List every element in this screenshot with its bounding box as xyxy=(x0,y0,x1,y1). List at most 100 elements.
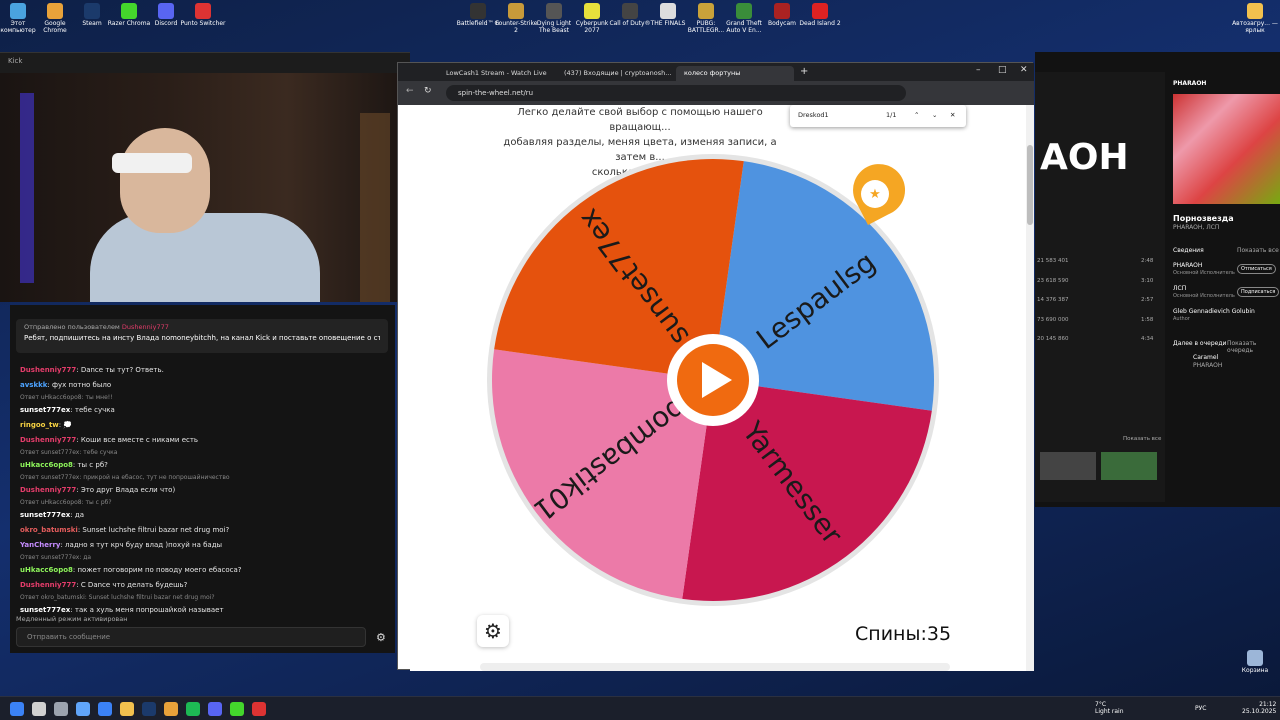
taskbar-app-icon[interactable] xyxy=(186,702,200,716)
chevron-up-icon[interactable]: ⌃ xyxy=(914,111,919,119)
chat-username[interactable]: Dushenniy777 xyxy=(20,366,76,374)
credit-name[interactable]: PHARAOH xyxy=(1173,262,1202,269)
taskbar-app-icon[interactable] xyxy=(120,702,134,716)
chat-username[interactable]: Dushenniy777 xyxy=(20,436,76,444)
shortcut-label: Punto Switcher xyxy=(180,20,226,27)
taskbar-app-icon[interactable] xyxy=(54,702,68,716)
chat-input[interactable]: Отправить сообщение xyxy=(16,627,366,647)
video-thumb[interactable] xyxy=(1101,452,1157,480)
close-icon[interactable]: ✕ xyxy=(950,111,955,119)
chat-text: : так а хуль меня попрошайкой называет xyxy=(70,606,224,614)
chat-text: : да xyxy=(70,511,84,519)
app-icon xyxy=(195,3,211,19)
desktop-shortcut[interactable]: Punto Switcher xyxy=(180,3,226,28)
chat-username[interactable]: ringoo_tw xyxy=(20,421,59,429)
chat-username[interactable]: Dushenniy777 xyxy=(20,581,76,589)
scrollbar[interactable] xyxy=(1026,105,1034,671)
chat-reply-context: Ответ okro_batumski: Sunset luchshe filt… xyxy=(20,594,215,601)
chat-message: okro_batumski: Sunset luchshe filtrui ba… xyxy=(20,523,388,538)
browser-tab[interactable]: LowCash1 Stream - Watch Live xyxy=(438,66,556,81)
browser-tab[interactable]: (437) Входящие | cryptoanosh... xyxy=(556,66,674,81)
minimize-button[interactable]: – xyxy=(976,65,981,75)
credit-name[interactable]: Gleb Gennadievich Golubin xyxy=(1173,308,1255,315)
recycle-bin[interactable]: Корзина xyxy=(1232,650,1278,675)
find-count: 1/1 xyxy=(886,111,897,119)
clock[interactable]: 21:12 25.10.2025 xyxy=(1242,701,1276,715)
fortune-wheel[interactable]: LespaulsgYarmesserbombastik01sunset77ex★ xyxy=(483,150,943,610)
credit-name[interactable]: ЛСП xyxy=(1173,285,1186,292)
np-subtitle: PHARAOH, ЛСП xyxy=(1173,224,1220,231)
pinned-by: Отправлено пользователем Dushenniy777 xyxy=(24,323,169,331)
glasses xyxy=(112,153,192,173)
browser-tab[interactable]: колесо фортуны xyxy=(676,66,794,81)
url-field[interactable]: spin-the-wheel.net/ru xyxy=(446,85,906,101)
game-icon xyxy=(774,3,790,19)
desktop-shortcut[interactable]: Dead Island 2 xyxy=(797,3,843,28)
taskbar: 7°C Light rain РУС 21:12 25.10.2025 xyxy=(0,696,1280,720)
shortcut-label: THE FINALS xyxy=(650,20,686,27)
maximize-button[interactable]: □ xyxy=(998,65,1007,75)
chat-text: : фух потно было xyxy=(47,381,112,389)
chat-username[interactable]: uHkacc6opo8 xyxy=(20,566,73,574)
taskbar-app-icon[interactable] xyxy=(76,702,90,716)
chat-username[interactable]: sunset777ex xyxy=(20,406,70,414)
gear-icon[interactable]: ⚙ xyxy=(477,615,509,647)
taskbar-app-icon[interactable] xyxy=(252,702,266,716)
gear-icon[interactable]: ⚙ xyxy=(376,631,386,644)
close-button[interactable]: ✕ xyxy=(1020,65,1028,75)
chat-username[interactable]: avskkk xyxy=(20,381,47,389)
find-input[interactable]: Dreskod1 xyxy=(798,111,829,119)
new-tab-button[interactable]: + xyxy=(800,66,808,77)
video-thumb[interactable] xyxy=(1040,452,1096,480)
show-queue[interactable]: Показать очередь xyxy=(1227,340,1280,354)
chat-reply-context: Ответ uHkacc6opo8: ты с рб? xyxy=(20,499,112,506)
browser-window: LowCash1 Stream - Watch Live (437) Входящ… xyxy=(397,62,1034,671)
taskbar-app-icon[interactable] xyxy=(164,702,178,716)
game-icon xyxy=(812,3,828,19)
chat-message: sunset777ex: тебе сучка xyxy=(20,403,388,418)
chat-text: : 💭 xyxy=(58,421,73,429)
language-indicator[interactable]: РУС xyxy=(1195,705,1206,712)
shortcut-label: Автозагру... — ярлык xyxy=(1232,20,1278,34)
shortcut-label: Bodycam xyxy=(768,20,796,27)
taskbar-app-icon[interactable] xyxy=(10,702,24,716)
address-bar-row: ← ↻ spin-the-wheel.net/ru xyxy=(398,81,1034,105)
follow-button[interactable]: Отписаться xyxy=(1237,264,1276,274)
shortcut-label: PUBG: BATTLEGR... xyxy=(687,20,725,34)
queue-track[interactable]: Caramel xyxy=(1193,354,1218,361)
chat-username[interactable]: sunset777ex xyxy=(20,511,70,519)
chat-reply-context: Ответ uHkacc6opo8: ты мне!! xyxy=(20,394,113,401)
chat-username[interactable]: Dushenniy777 xyxy=(20,486,76,494)
chat-message: YanCherry: ладно я тут крч буду влад )по… xyxy=(20,538,388,553)
desktop-shortcut[interactable]: Автозагру... — ярлык xyxy=(1232,3,1278,35)
pinned-message[interactable]: Отправлено пользователем Dushenniy777 Ре… xyxy=(16,319,388,353)
shortcut-label: Grand Theft Auto V En... xyxy=(726,20,762,34)
taskbar-app-icon[interactable] xyxy=(208,702,222,716)
chat-message: sunset777ex: да xyxy=(20,508,388,523)
chat-username[interactable]: okro_batumski xyxy=(20,526,78,534)
chat-reply-context: Ответ sunset777ex: прикрой на ебасос, ту… xyxy=(20,474,230,481)
back-icon[interactable]: ← xyxy=(406,86,414,96)
spotify-artist-panel: АОН 21 583 401 2:48 23 618 590 3:10 14 376 3… xyxy=(1035,72,1165,502)
follow-button[interactable]: Подписаться xyxy=(1237,287,1280,297)
chevron-down-icon[interactable]: ⌄ xyxy=(932,111,937,119)
taskbar-app-icon[interactable] xyxy=(32,702,46,716)
taskbar-app-icon[interactable] xyxy=(142,702,156,716)
taskbar-app-icon[interactable] xyxy=(230,702,244,716)
scrollbar-thumb[interactable] xyxy=(1027,145,1033,225)
pinned-text: Ребят, подпишитесь на инсту Влада nomone… xyxy=(24,334,380,342)
show-all-credits[interactable]: Показать все xyxy=(1237,247,1279,254)
reload-icon[interactable]: ↻ xyxy=(424,86,432,96)
album-cover xyxy=(1173,94,1280,204)
taskbar-app-icon[interactable] xyxy=(98,702,112,716)
chat-username[interactable]: uHkacc6opo8 xyxy=(20,461,73,469)
chat-message: Dushenniy777: Это друг Влада если что) xyxy=(20,483,388,498)
chat-message: Dushenniy777: Dance ты тут? Ответь. xyxy=(20,363,388,378)
artist-banner-text: АОН xyxy=(1040,137,1129,178)
chat-username[interactable]: sunset777ex xyxy=(20,606,70,614)
credit-role: Author xyxy=(1173,316,1190,322)
chat-username[interactable]: YanCherry xyxy=(20,541,60,549)
weather[interactable]: 7°C Light rain xyxy=(1095,701,1124,715)
page-content: Легко делайте свой выбор с помощью нашег… xyxy=(410,105,1028,671)
shortcut-label: Dying Light The Beast xyxy=(536,20,572,34)
